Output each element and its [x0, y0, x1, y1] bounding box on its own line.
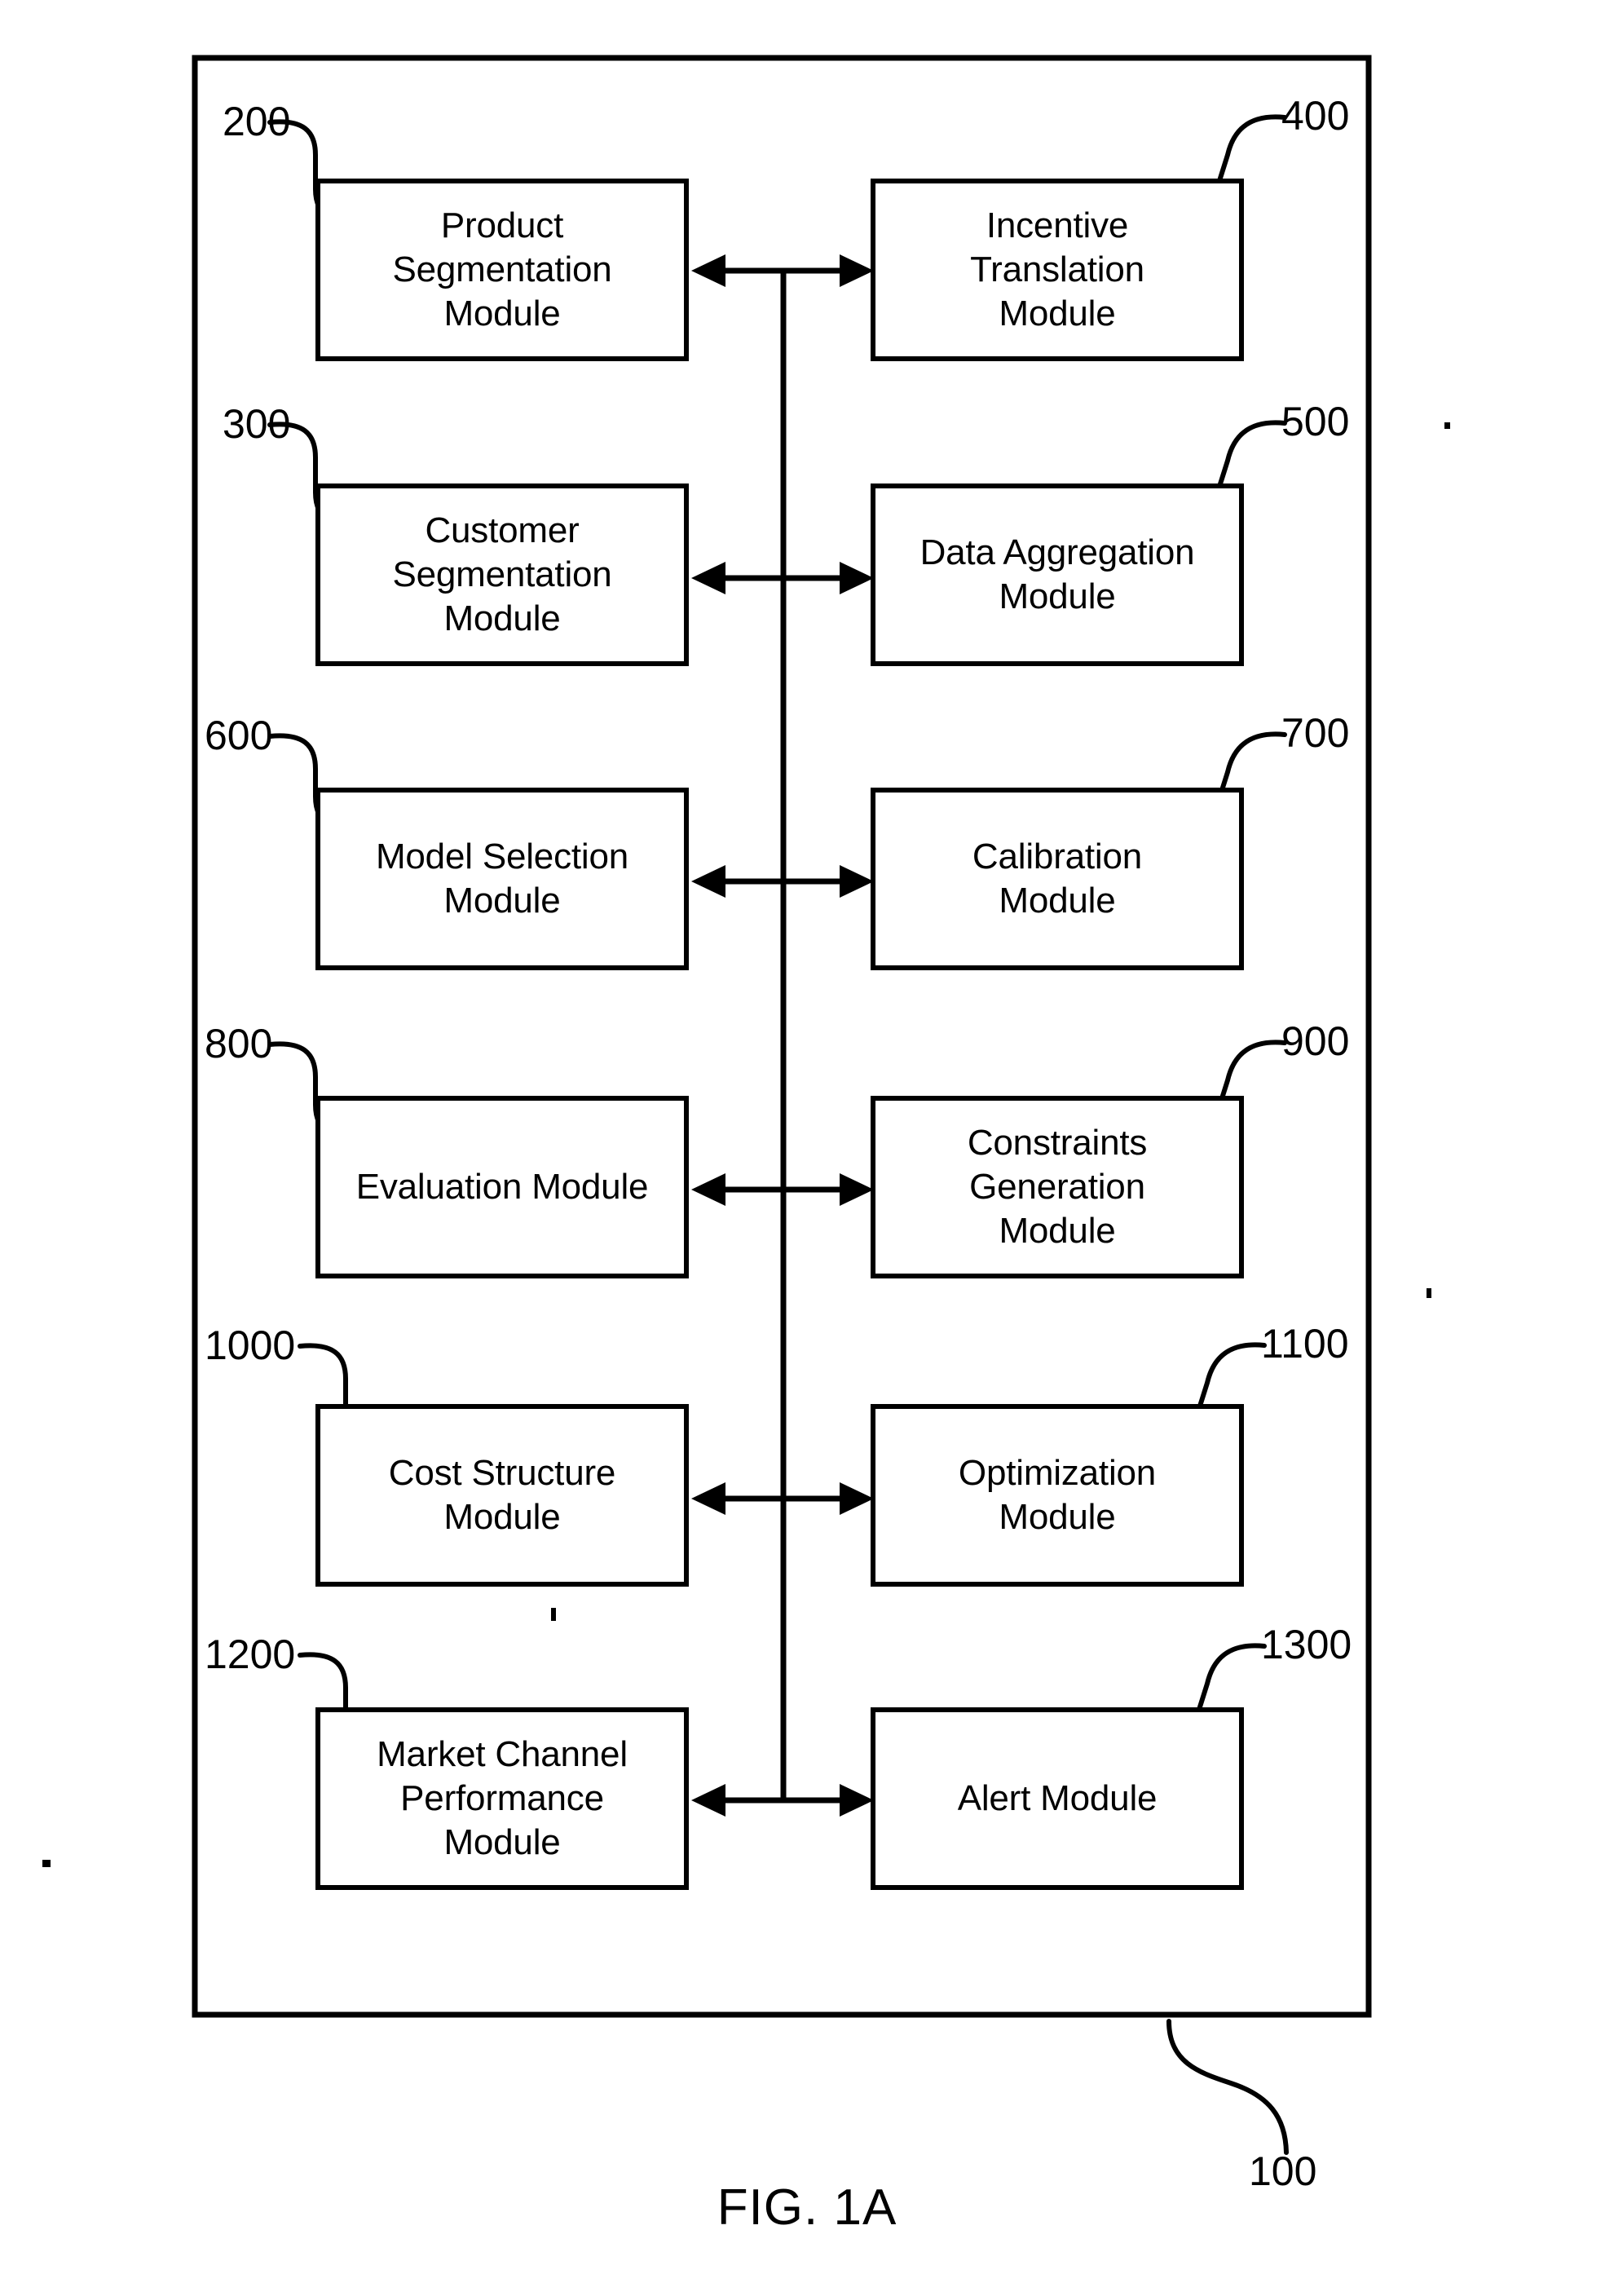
calibration-module-label: Calibration Module: [972, 837, 1143, 921]
ref-numeral-600: 600: [205, 713, 273, 758]
market-channel-performance-module[interactable]: Market Channel Performance Module: [315, 1707, 689, 1890]
alert-module[interactable]: Alert Module: [871, 1707, 1244, 1890]
optimization-module-label: Optimization Module: [958, 1453, 1157, 1537]
optimization-module[interactable]: Optimization Module: [871, 1404, 1244, 1587]
customer-segmentation-module[interactable]: Customer Segmentation Module: [315, 483, 689, 666]
ref-numeral-1100: 1100: [1261, 1321, 1349, 1367]
incentive-translation-module[interactable]: Incentive Translation Module: [871, 179, 1244, 361]
ref-numeral-900: 900: [1281, 1018, 1350, 1064]
ref-numeral-300: 300: [223, 401, 291, 447]
data-aggregation-module[interactable]: Data Aggregation Module: [871, 483, 1244, 666]
patent-figure-1a: Product Segmentation Module Customer Seg…: [0, 0, 1614, 2296]
evaluation-module-label: Evaluation Module: [355, 1167, 649, 1208]
ref-numeral-700: 700: [1281, 710, 1350, 756]
product-segmentation-module[interactable]: Product Segmentation Module: [315, 179, 689, 361]
model-selection-module-label: Model Selection Module: [375, 837, 629, 921]
ref-numeral-800: 800: [205, 1021, 273, 1066]
market-channel-performance-module-label: Market Channel Performance Module: [377, 1734, 628, 1862]
ref-numeral-400: 400: [1281, 93, 1350, 139]
model-selection-module[interactable]: Model Selection Module: [315, 788, 689, 970]
ref-numeral-500: 500: [1281, 399, 1350, 444]
ref-numeral-200: 200: [223, 99, 291, 144]
alert-module-label: Alert Module: [957, 1778, 1158, 1819]
evaluation-module[interactable]: Evaluation Module: [315, 1096, 689, 1278]
ref-numeral-1000: 1000: [205, 1322, 296, 1368]
figure-caption: FIG. 1A: [717, 2179, 897, 2236]
ref-numeral-1300: 1300: [1261, 1622, 1352, 1667]
cost-structure-module-label: Cost Structure Module: [388, 1453, 616, 1537]
figure-linework: [42, 55, 1450, 2155]
cost-structure-module[interactable]: Cost Structure Module: [315, 1404, 689, 1587]
ref-numeral-1200: 1200: [205, 1631, 296, 1677]
constraints-generation-module[interactable]: Constraints Generation Module: [871, 1096, 1244, 1278]
constraints-generation-module-label: Constraints Generation Module: [967, 1123, 1148, 1251]
customer-segmentation-module-label: Customer Segmentation Module: [392, 510, 612, 638]
incentive-translation-module-label: Incentive Translation Module: [970, 205, 1144, 333]
product-segmentation-module-label: Product Segmentation Module: [392, 205, 612, 333]
data-aggregation-module-label: Data Aggregation Module: [919, 532, 1195, 616]
lead-line-100: [1166, 2019, 1289, 2155]
calibration-module[interactable]: Calibration Module: [871, 788, 1244, 970]
